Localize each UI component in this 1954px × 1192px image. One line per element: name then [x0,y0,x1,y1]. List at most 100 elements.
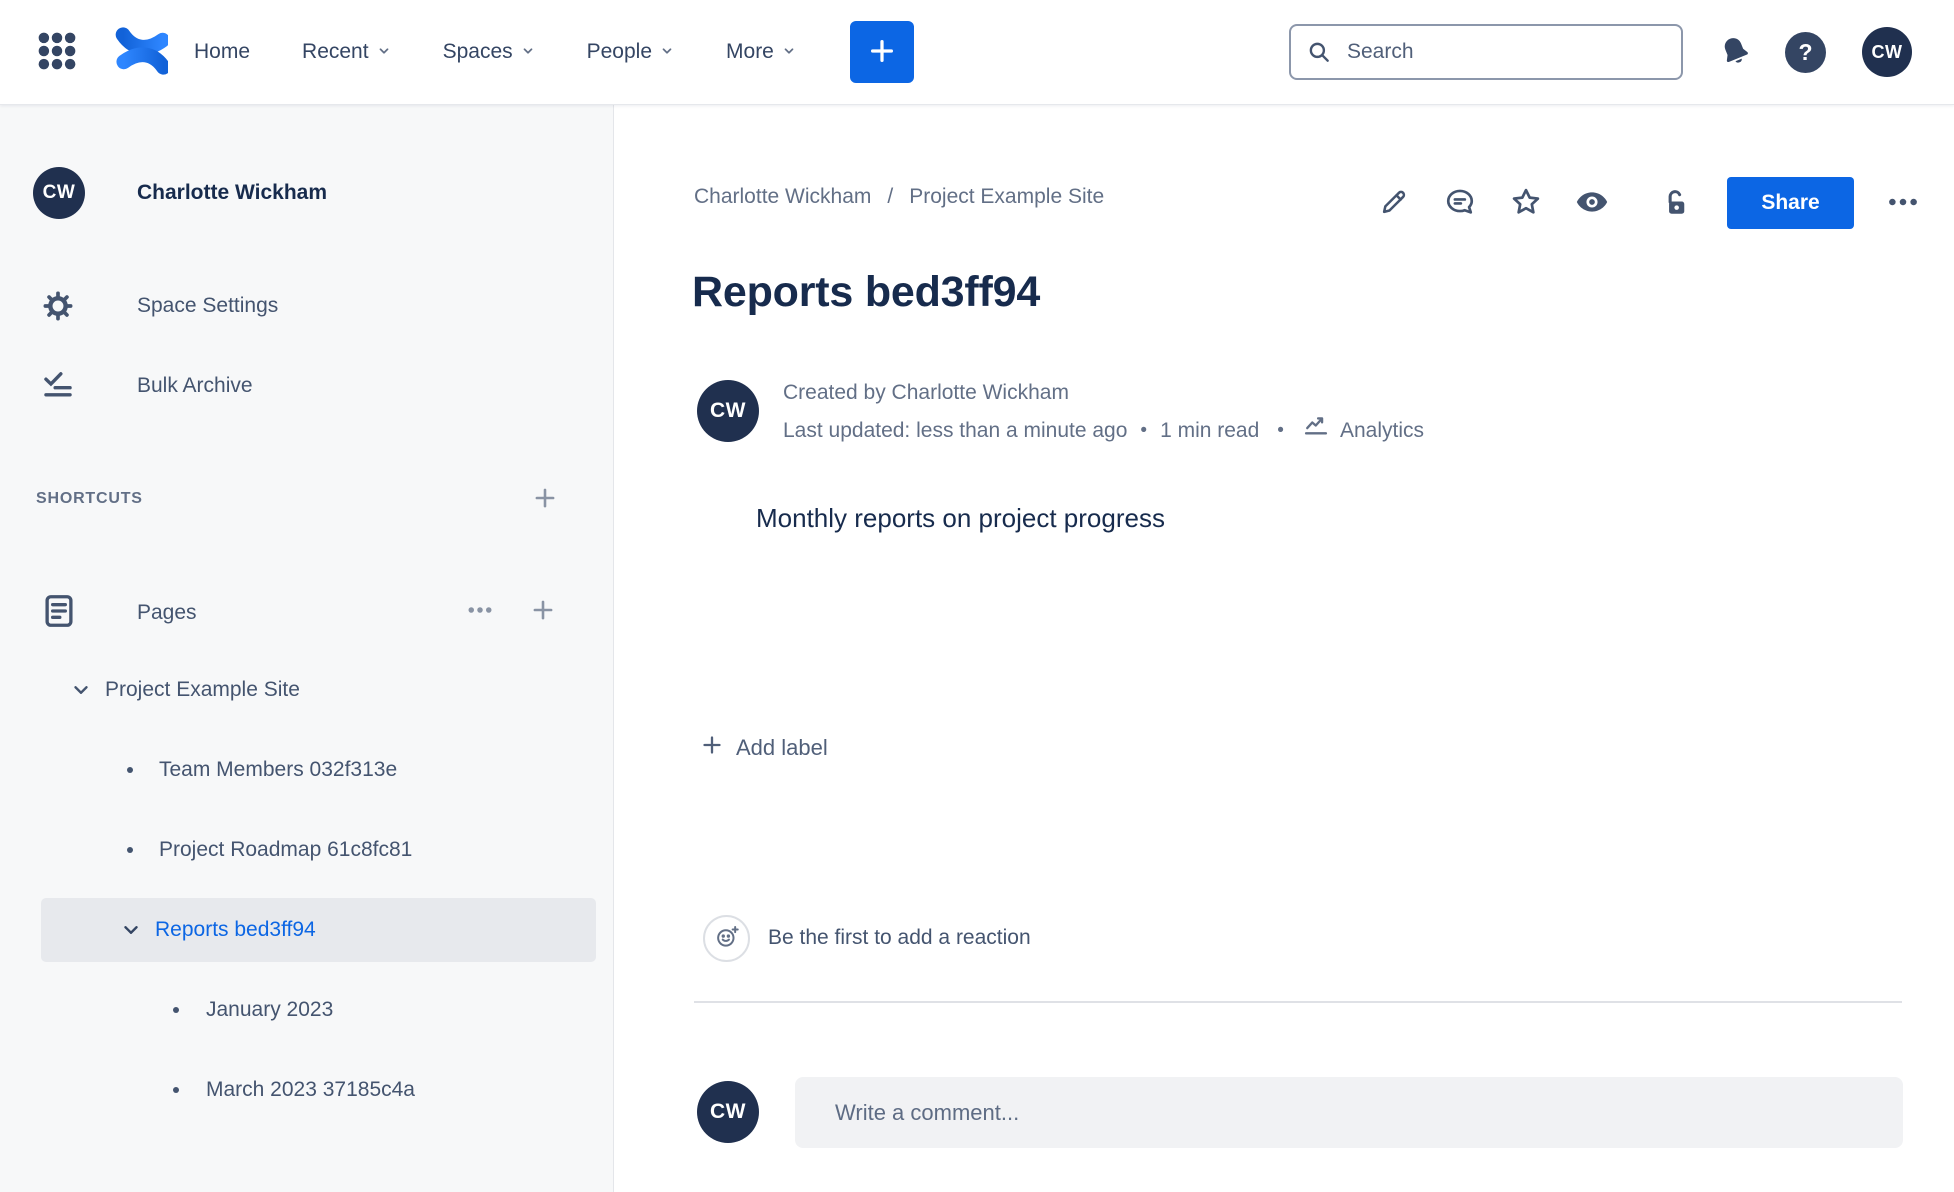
sidebar-item-space-settings[interactable]: Space Settings [0,286,613,326]
comments-button[interactable] [1443,186,1477,220]
comment-box [795,1077,1903,1148]
add-reaction-button[interactable] [703,915,750,962]
pages-label: Pages [137,601,197,624]
nav-right-cluster: ? CW [1289,24,1912,80]
space-sidebar: CW Charlotte Wickham Space Settings Bulk… [0,105,614,1192]
content-divider [694,1001,1902,1003]
add-page-button[interactable] [523,591,563,631]
avatar-initials: CW [710,399,746,422]
space-name: Charlotte Wickham [137,181,328,204]
nav-link-people[interactable]: People [587,40,674,64]
unlock-icon [1660,186,1692,221]
watch-button[interactable] [1575,186,1609,220]
chevron-down-icon [377,40,391,64]
bullet-icon [173,1087,179,1093]
top-nav: Home Recent Spaces People More Search ? … [0,0,1954,105]
tree-item-team-members[interactable]: Team Members 032f313e [0,750,613,790]
page-title: Reports bed3ff94 [692,268,1041,316]
nav-link-label: Recent [302,40,369,63]
bullet-icon [173,1007,179,1013]
breadcrumb-link-space[interactable]: Charlotte Wickham [694,185,871,209]
nav-link-more[interactable]: More [726,40,796,64]
add-label-button[interactable]: Add label [700,733,828,763]
tree-item-label: Team Members 032f313e [159,758,398,781]
notifications-button[interactable] [1717,33,1753,72]
nav-link-label: People [586,40,653,63]
created-by-text: Created by Charlotte Wickham [783,381,1069,404]
page-body-text: Monthly reports on project progress [756,503,1165,533]
read-time-text: 1 min read [1160,418,1260,442]
nav-link-label: Home [194,40,251,63]
tree-item-label: March 2023 37185c4a [206,1078,415,1101]
confluence-app: Home Recent Spaces People More Search ? … [0,0,1954,1192]
plus-icon [530,597,556,626]
tree-item-march-2023[interactable]: March 2023 37185c4a [0,1070,613,1110]
search-input[interactable] [1289,24,1683,80]
restrictions-button[interactable] [1659,186,1693,220]
analytics-link[interactable]: Analytics [1302,410,1424,451]
byline-meta: Last updated: less than a minute ago • 1… [783,410,1424,451]
byline: Created by Charlotte Wickham Last update… [783,376,1424,451]
add-shortcut-button[interactable] [525,479,565,519]
plus-icon [867,36,897,69]
add-label-text: Add label [736,735,828,760]
tree-item-reports-selected[interactable]: Reports bed3ff94 [0,910,613,950]
page-more-button[interactable] [1886,186,1920,220]
breadcrumb-link-parent[interactable]: Project Example Site [909,185,1104,209]
confluence-logo-icon [106,20,171,85]
analytics-chart-icon [1302,410,1330,451]
shortcuts-header: SHORTCUTS [0,481,613,517]
breadcrumb: Charlotte Wickham / Project Example Site [694,185,1104,209]
nav-left-cluster: Home Recent Spaces People More [36,20,914,85]
pencil-icon [1378,186,1410,221]
chevron-down-icon[interactable] [67,676,95,704]
tree-item-label: Reports bed3ff94 [155,918,316,941]
tree-item-january-2023[interactable]: January 2023 [0,990,613,1030]
body-row: CW Charlotte Wickham Space Settings Bulk… [0,105,1954,1192]
analytics-label: Analytics [1339,418,1424,442]
app-switcher-button[interactable] [36,30,78,75]
last-updated-text: Last updated: less than a minute ago [783,418,1128,442]
share-button[interactable]: Share [1727,177,1854,229]
sidebar-item-bulk-archive[interactable]: Bulk Archive [0,366,613,406]
breadcrumb-separator: / [887,185,894,208]
star-icon [1509,185,1543,222]
nav-link-spaces[interactable]: Spaces [443,40,535,64]
nav-link-home[interactable]: Home [194,40,250,64]
add-reaction-icon [713,923,741,954]
plus-icon [532,485,558,514]
grid-icon [36,30,78,75]
avatar-initials: CW [42,182,76,203]
create-button[interactable] [849,21,914,83]
ellipsis-icon [1886,185,1920,222]
help-button[interactable]: ? [1785,31,1826,73]
chevron-down-icon [521,40,535,64]
shortcuts-label: SHORTCUTS [36,490,143,507]
dot-separator: • [1277,419,1284,441]
search-box [1289,24,1683,80]
chevron-down-icon [782,40,796,64]
chevron-down-icon[interactable] [117,916,145,944]
page-content: Charlotte Wickham / Project Example Site [614,105,1954,1192]
profile-button[interactable]: CW [1862,27,1912,77]
sidebar-item-label: Bulk Archive [137,374,253,397]
nav-link-recent[interactable]: Recent [302,40,391,64]
bullet-icon [127,767,133,773]
tree-item-project-example-site[interactable]: Project Example Site [0,670,613,710]
edit-button[interactable] [1377,186,1411,220]
chevron-down-icon [660,40,674,64]
sidebar-item-pages[interactable]: Pages [0,592,613,634]
tree-item-label: Project Example Site [105,678,300,701]
tree-item-project-roadmap[interactable]: Project Roadmap 61c8fc81 [0,830,613,870]
comment-input[interactable] [795,1077,1903,1148]
question-mark-icon: ? [1798,38,1813,65]
nav-link-label: More [726,40,774,63]
ellipsis-icon [465,595,495,628]
reaction-hint-text: Be the first to add a reaction [768,926,1031,949]
confluence-logo[interactable] [106,20,171,85]
favorite-button[interactable] [1509,186,1543,220]
page-icon [40,592,78,635]
pages-more-button[interactable] [460,591,500,631]
space-header[interactable]: CW Charlotte Wickham [33,167,646,219]
bell-icon [1717,33,1753,72]
